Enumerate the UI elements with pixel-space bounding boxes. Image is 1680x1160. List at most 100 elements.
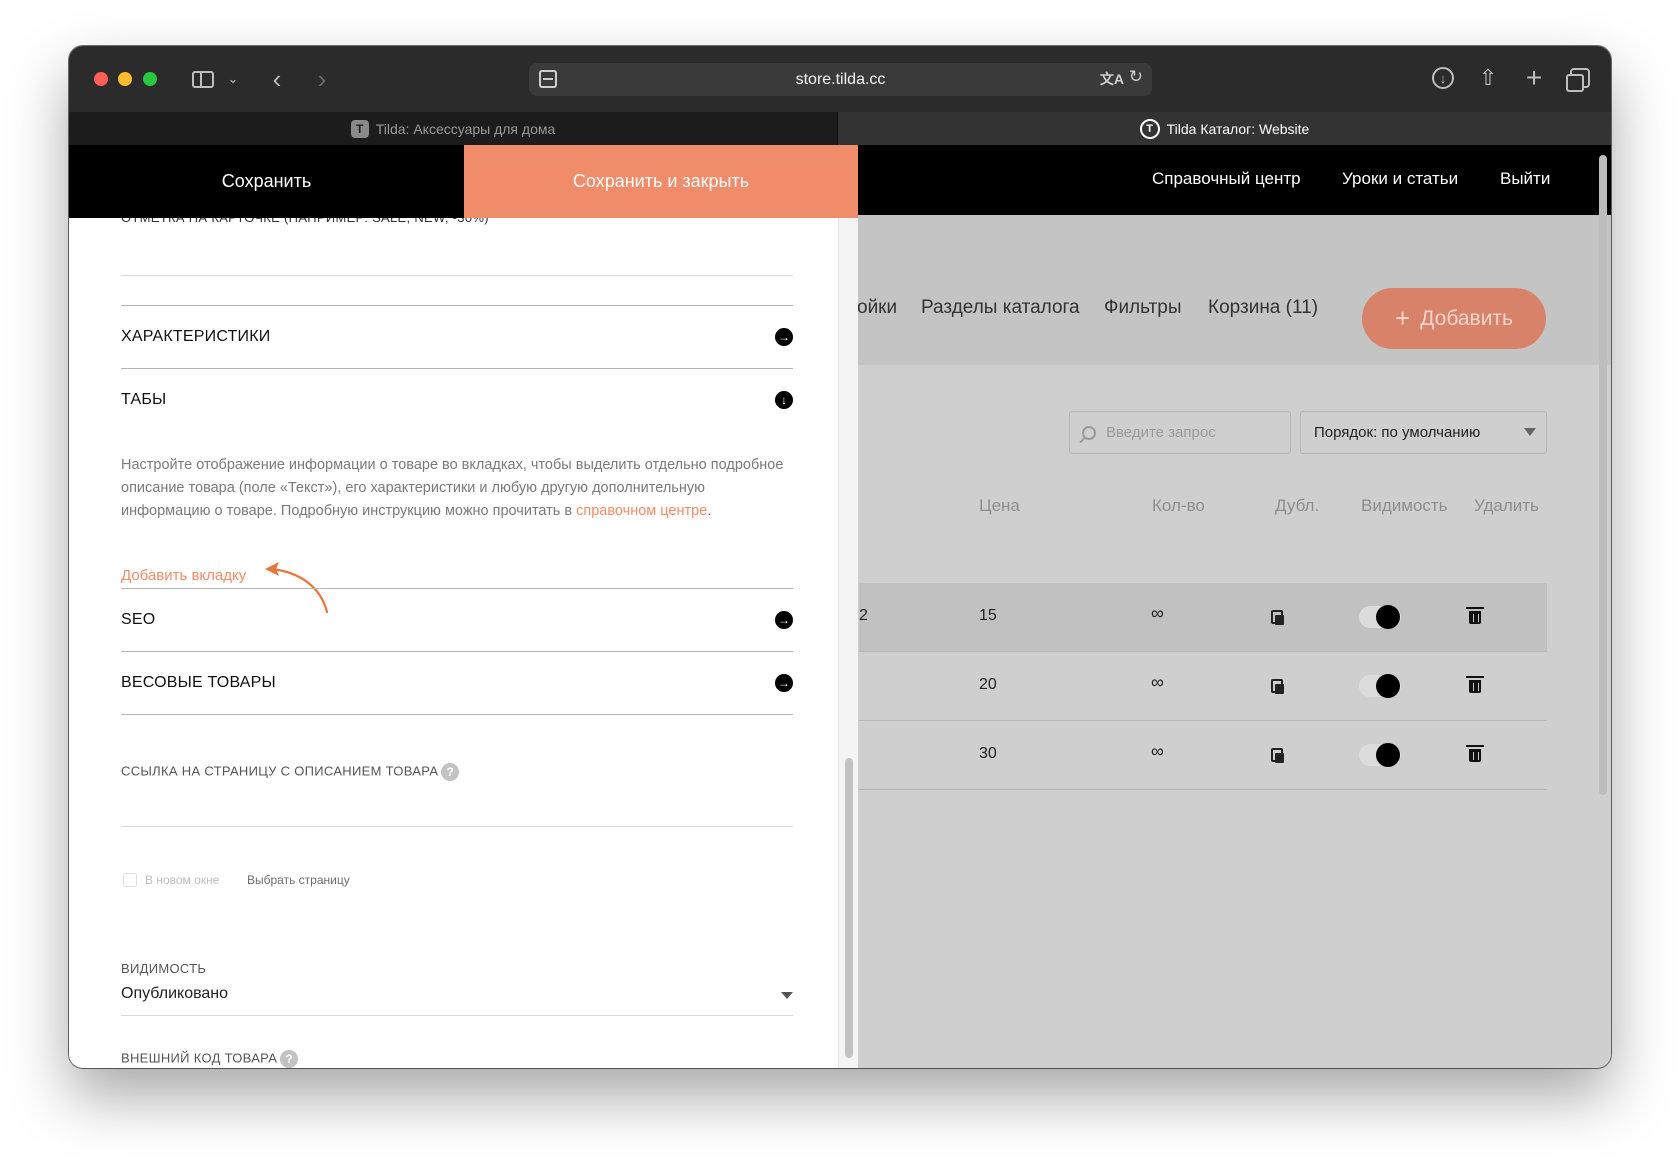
trash-icon[interactable] (1466, 607, 1484, 624)
new-tab-icon[interactable]: + (1520, 62, 1548, 93)
subnav-cart[interactable]: Корзина (11) (1208, 297, 1318, 319)
zoom-window-button[interactable] (143, 72, 157, 86)
visibility-toggle[interactable] (1359, 674, 1401, 698)
visibility-select-value[interactable]: Опубликовано (121, 985, 228, 1003)
logout-link[interactable]: Выйти (1500, 169, 1550, 189)
duplicate-icon[interactable] (1271, 610, 1284, 625)
trash-icon[interactable] (1466, 745, 1484, 762)
lessons-link[interactable]: Уроки и статьи (1342, 169, 1458, 189)
help-icon[interactable]: ? (441, 763, 460, 781)
search-input[interactable]: Введите запрос (1069, 411, 1291, 454)
reload-icon[interactable]: ↻ (1129, 67, 1143, 87)
editor-scroll-thumb[interactable] (845, 758, 853, 1058)
tab-label: Tilda Каталог: Website (1166, 120, 1310, 137)
visibility-toggle[interactable] (1359, 743, 1401, 767)
browser-tab-store[interactable]: T Tilda: Аксессуары для дома (69, 112, 838, 145)
tab-overview-icon[interactable] (1566, 64, 1594, 92)
forward-arrow-icon[interactable]: › (312, 64, 332, 94)
toggle-knob (1376, 674, 1400, 698)
row-qty: ∞ (1151, 672, 1164, 692)
divider (121, 368, 793, 369)
page-link-input-line[interactable] (121, 826, 793, 827)
help-center-inline-link[interactable]: справочном центре (576, 503, 707, 519)
row-qty: ∞ (1151, 741, 1164, 761)
choose-page-link[interactable]: Выбрать страницу (247, 873, 350, 887)
toggle-knob (1376, 743, 1400, 767)
page-settings-icon[interactable] (539, 70, 557, 88)
arrow-down-circle-icon[interactable]: ↓ (775, 391, 793, 409)
tabs-description-end: . (707, 503, 712, 519)
sidebar-toggle-icon[interactable] (190, 66, 216, 92)
section-weight-goods[interactable]: ВЕСОВЫЕ ТОВАРЫ (121, 674, 276, 692)
visibility-toggle[interactable] (1359, 605, 1401, 629)
column-header-price: Цена (979, 496, 1020, 515)
tabs-description: Настройте отображение информации о товар… (121, 454, 793, 523)
external-code-label: ВНЕШНИЙ КОД ТОВАРА? (121, 1050, 299, 1068)
url-text: store.tilda.cc (795, 70, 886, 88)
duplicate-icon[interactable] (1271, 679, 1284, 694)
product-editor-panel: Сохранить Сохранить и закрыть ОТМЕТКА НА… (69, 145, 858, 1068)
tilda-favicon-icon: T (350, 119, 369, 138)
page-content: Справочный центр Уроки и статьи Выйти ой… (69, 145, 1611, 1068)
sort-select[interactable]: Порядок: по умолчанию (1300, 411, 1547, 454)
section-characteristics[interactable]: ХАРАКТЕРИСТИКИ (121, 328, 270, 346)
divider (121, 651, 793, 652)
column-header-delete: Удалить (1474, 496, 1539, 515)
tab-label: Tilda: Аксессуары для дома (375, 120, 556, 137)
editor-header: Сохранить Сохранить и закрыть (69, 145, 858, 218)
browser-tab-catalog[interactable]: T Tilda Каталог: Website (838, 112, 1611, 145)
editor-scrollbar[interactable] (838, 218, 858, 1068)
add-product-button[interactable]: + Добавить (1362, 288, 1546, 349)
row-title: 2 (859, 607, 868, 624)
divider (121, 714, 793, 715)
visibility-select-line (121, 1015, 793, 1016)
arrow-right-circle-icon[interactable]: → (775, 328, 793, 346)
add-button-label: Добавить (1420, 306, 1513, 330)
page-link-label: ССЫЛКА НА СТРАНИЦУ С ОПИСАНИЕМ ТОВАРА? (121, 763, 460, 781)
tab-strip: T Tilda: Аксессуары для дома T Tilda Кат… (69, 112, 1611, 145)
share-icon[interactable]: ⇧ (1474, 64, 1502, 92)
trash-icon[interactable] (1466, 676, 1484, 693)
row-price: 20 (979, 676, 997, 693)
tilda-logo-icon: T (1139, 118, 1160, 139)
save-button[interactable]: Сохранить (69, 145, 464, 218)
section-tabs[interactable]: ТАБЫ (121, 391, 166, 409)
translate-icon[interactable]: 文A (1100, 69, 1124, 89)
duplicate-icon[interactable] (1271, 748, 1284, 763)
browser-window: ⌄ ‹ › store.tilda.cc 文A ↻ ↓ ⇧ + T Tilda:… (69, 46, 1611, 1068)
back-arrow-icon[interactable]: ‹ (267, 64, 287, 94)
column-header-qty: Кол-во (1152, 496, 1205, 515)
subnav-filters[interactable]: Фильтры (1104, 297, 1181, 319)
visibility-label: ВИДИМОСТЬ (121, 961, 207, 976)
new-window-label: В новом окне (145, 873, 220, 887)
divider (121, 305, 793, 306)
table-row[interactable]: 2 15 ∞ (859, 583, 1547, 652)
table-row[interactable]: 30 ∞ (859, 721, 1547, 790)
row-qty: ∞ (1151, 603, 1164, 623)
divider (121, 588, 793, 589)
chevron-down-icon[interactable]: ⌄ (225, 66, 241, 92)
save-and-close-button[interactable]: Сохранить и закрыть (464, 145, 858, 218)
arrow-right-circle-icon[interactable]: → (775, 611, 793, 629)
title-bar: ⌄ ‹ › store.tilda.cc 文A ↻ ↓ ⇧ + (69, 46, 1611, 112)
search-icon (1082, 425, 1096, 440)
page-scrollbar[interactable] (1599, 155, 1607, 795)
add-tab-link[interactable]: Добавить вкладку (121, 567, 246, 584)
download-icon[interactable]: ↓ (1429, 64, 1457, 92)
help-center-link[interactable]: Справочный центр (1152, 169, 1301, 189)
arrow-right-circle-icon[interactable]: → (775, 674, 793, 692)
row-price: 15 (979, 607, 997, 624)
section-seo[interactable]: SEO (121, 611, 155, 629)
close-window-button[interactable] (94, 72, 108, 86)
minimize-window-button[interactable] (118, 72, 132, 86)
subnav-sections[interactable]: Разделы каталога (921, 297, 1080, 319)
caret-down-icon[interactable] (781, 992, 793, 999)
help-icon[interactable]: ? (280, 1050, 299, 1068)
address-bar[interactable]: store.tilda.cc 文A ↻ (529, 63, 1152, 96)
card-mark-input-line[interactable] (121, 275, 793, 276)
new-window-checkbox[interactable] (123, 873, 137, 887)
column-header-visibility: Видимость (1361, 496, 1448, 515)
external-code-label-text: ВНЕШНИЙ КОД ТОВАРА (121, 1050, 278, 1066)
table-row[interactable]: 20 ∞ (859, 652, 1547, 721)
subnav-settings[interactable]: ойки (857, 297, 897, 319)
